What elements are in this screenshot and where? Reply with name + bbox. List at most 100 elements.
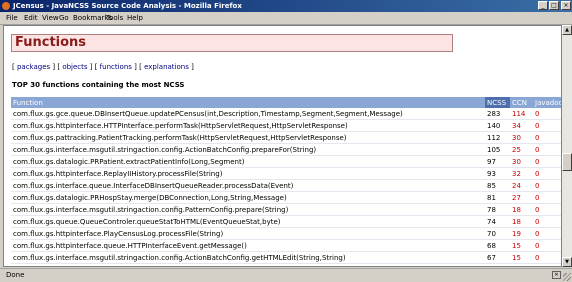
popup-blocker-icon[interactable]: ✕ bbox=[552, 271, 561, 279]
cell-ncss: 140 bbox=[485, 119, 510, 132]
vertical-scrollbar[interactable]: ▲ ▼ bbox=[562, 25, 572, 267]
cell-function: com.flux.gs.datalogic.PRHospStay.merge(D… bbox=[11, 191, 485, 204]
cell-function: com.flux.gs.httpinterface.ReplayIIHistor… bbox=[11, 167, 485, 180]
menu-go[interactable]: Go bbox=[59, 14, 69, 23]
cell-ccn: 15 bbox=[510, 263, 533, 266]
firefox-icon bbox=[2, 2, 10, 10]
cell-javadoc: 0 bbox=[533, 167, 561, 180]
table-row: com.flux.gs.gce.queue.DBInsertQueue.upda… bbox=[11, 108, 561, 120]
table-row: com.flux.gs.httpinterface.PlayCensusLog.… bbox=[11, 227, 561, 240]
cell-javadoc: 0 bbox=[533, 203, 561, 216]
cell-ncss: 68 bbox=[485, 239, 510, 252]
cell-ncss: 67 bbox=[485, 251, 510, 264]
cell-ccn: 25 bbox=[510, 143, 533, 156]
minimize-button[interactable]: _ bbox=[538, 1, 548, 10]
table-row: com.flux.gs.httpinterface.ReplayIIHistor… bbox=[11, 167, 561, 180]
nav-objects-link[interactable]: objects bbox=[62, 63, 87, 71]
cell-function: com.flux.gs.pattracking.PatientTracking.… bbox=[11, 131, 485, 144]
resize-grip-icon[interactable] bbox=[563, 273, 571, 281]
scroll-down-icon[interactable]: ▼ bbox=[562, 257, 572, 267]
cell-ncss: 112 bbox=[485, 131, 510, 144]
cell-function: com.flux.gs.hl7interface.msgutil.stringa… bbox=[11, 263, 485, 266]
cell-ncss: 81 bbox=[485, 191, 510, 204]
col-header-ccn: CCN bbox=[510, 97, 533, 108]
page-title: Functions bbox=[11, 34, 453, 52]
window-titlebar: JCensus - JavaNCSS Source Code Analysis … bbox=[0, 0, 572, 12]
cell-ncss: 70 bbox=[485, 227, 510, 240]
page-content: Functions [ packages ] [ objects ] [ fun… bbox=[3, 25, 562, 267]
cell-ncss: 78 bbox=[485, 203, 510, 216]
cell-ncss: 66 bbox=[485, 263, 510, 266]
cell-ccn: 19 bbox=[510, 227, 533, 240]
table-row: com.flux.gs.interface.queue.InterfaceDBI… bbox=[11, 179, 561, 192]
nav-links: [ packages ] [ objects ] [ functions ] [… bbox=[12, 63, 194, 71]
table-row: com.flux.gs.datalogic.PRPatient.extractP… bbox=[11, 155, 561, 168]
cell-function: com.flux.gs.interface.queue.InterfaceDBI… bbox=[11, 179, 485, 192]
cell-javadoc: 0 bbox=[533, 239, 561, 252]
cell-function: com.flux.gs.httpinterface.queue.HTTPInte… bbox=[11, 239, 485, 252]
status-text: Done bbox=[6, 271, 25, 279]
menu-help[interactable]: Help bbox=[127, 14, 143, 23]
cell-ccn: 18 bbox=[510, 203, 533, 216]
table-row: com.flux.gs.interface.msgutil.stringacti… bbox=[11, 203, 561, 216]
close-button[interactable]: × bbox=[561, 1, 571, 10]
cell-ncss: 74 bbox=[485, 215, 510, 228]
cell-function: com.flux.gs.interface.msgutil.stringacti… bbox=[11, 251, 485, 264]
maximize-button[interactable]: □ bbox=[549, 1, 559, 10]
col-header-javadoc: Javadoc bbox=[533, 97, 562, 108]
table-row: com.flux.gs.datalogic.PRHospStay.merge(D… bbox=[11, 191, 561, 204]
menu-view[interactable]: View bbox=[42, 14, 59, 23]
cell-ncss: 283 bbox=[485, 108, 510, 120]
scroll-up-icon[interactable]: ▲ bbox=[562, 25, 572, 35]
cell-ccn: 30 bbox=[510, 155, 533, 168]
cell-ccn: 18 bbox=[510, 215, 533, 228]
cell-function: com.flux.gs.interface.msgutil.stringacti… bbox=[11, 143, 485, 156]
cell-javadoc: 0 bbox=[533, 191, 561, 204]
cell-ccn: 30 bbox=[510, 131, 533, 144]
col-header-ncss: NCSS bbox=[485, 97, 510, 108]
window-title: JCensus - JavaNCSS Source Code Analysis … bbox=[13, 2, 242, 10]
nav-packages-link[interactable]: packages bbox=[17, 63, 50, 71]
menu-file[interactable]: File bbox=[6, 14, 18, 23]
cell-javadoc: 0 bbox=[533, 215, 561, 228]
functions-table: Function NCSS CCN Javadoc com.flux.gs.gc… bbox=[11, 97, 562, 266]
table-row: com.flux.gs.httpinterface.HTTPInterface.… bbox=[11, 119, 561, 132]
cell-javadoc: 0 bbox=[533, 179, 561, 192]
nav-explanations-link[interactable]: explanations bbox=[144, 63, 189, 71]
table-row: com.flux.gs.pattracking.PatientTracking.… bbox=[11, 131, 561, 144]
cell-function: com.flux.gs.interface.msgutil.stringacti… bbox=[11, 203, 485, 216]
table-header-row: Function NCSS CCN Javadoc bbox=[11, 97, 562, 108]
table-row: com.flux.gs.interface.msgutil.stringacti… bbox=[11, 143, 561, 156]
cell-function: com.flux.gs.httpinterface.HTTPInterface.… bbox=[11, 119, 485, 132]
nav-functions-link[interactable]: functions bbox=[100, 63, 132, 71]
cell-ccn: 15 bbox=[510, 239, 533, 252]
cell-function: com.flux.gs.queue.QueueControler.queueSt… bbox=[11, 215, 485, 228]
col-header-function: Function bbox=[11, 97, 485, 108]
menu-tools[interactable]: Tools bbox=[106, 14, 123, 23]
cell-javadoc: 0 bbox=[533, 131, 561, 144]
cell-ccn: 24 bbox=[510, 179, 533, 192]
table-row: com.flux.gs.httpinterface.queue.HTTPInte… bbox=[11, 239, 561, 252]
cell-javadoc: 0 bbox=[533, 119, 561, 132]
cell-ccn: 27 bbox=[510, 191, 533, 204]
status-bar: Done ✕ bbox=[0, 268, 572, 282]
cell-ccn: 34 bbox=[510, 119, 533, 132]
cell-ncss: 105 bbox=[485, 143, 510, 156]
cell-ncss: 97 bbox=[485, 155, 510, 168]
cell-javadoc: 0 bbox=[533, 143, 561, 156]
cell-function: com.flux.gs.httpinterface.PlayCensusLog.… bbox=[11, 227, 485, 240]
section-heading: TOP 30 functions containing the most NCS… bbox=[12, 81, 185, 89]
cell-ccn: 32 bbox=[510, 167, 533, 180]
scroll-thumb[interactable] bbox=[562, 153, 572, 171]
table-row: com.flux.gs.interface.msgutil.stringacti… bbox=[11, 251, 561, 264]
menu-edit[interactable]: Edit bbox=[24, 14, 38, 23]
cell-ncss: 93 bbox=[485, 167, 510, 180]
cell-javadoc: 0 bbox=[533, 155, 561, 168]
cell-javadoc: 0 bbox=[533, 227, 561, 240]
cell-javadoc: 0 bbox=[533, 251, 561, 264]
cell-javadoc: 0 bbox=[533, 263, 561, 266]
table-row: com.flux.gs.queue.QueueControler.queueSt… bbox=[11, 215, 561, 228]
table-row: com.flux.gs.hl7interface.msgutil.stringa… bbox=[11, 263, 561, 266]
menu-bar: File Edit View Go Bookmarks Tools Help bbox=[0, 12, 572, 25]
cell-javadoc: 0 bbox=[533, 108, 561, 120]
